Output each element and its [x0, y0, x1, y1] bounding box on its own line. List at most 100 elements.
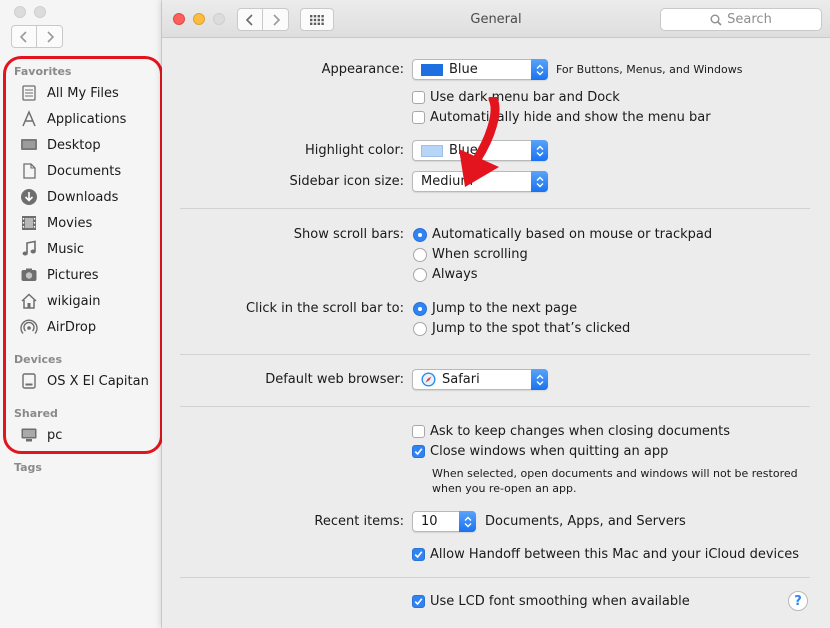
updown-arrows-icon: [531, 59, 548, 80]
sidebar-item-applications[interactable]: Applications: [18, 107, 126, 131]
prefs-titlebar: General Search: [162, 0, 830, 38]
safari-icon: [421, 372, 436, 387]
ask-keep-label: Ask to keep changes when closing documen…: [430, 424, 731, 439]
sidebar-item-pc[interactable]: pc: [18, 423, 62, 447]
sidebar-item-downloads[interactable]: Downloads: [18, 185, 118, 209]
scroll-bars-automatic-radio[interactable]: Automatically based on mouse or trackpad: [413, 227, 712, 242]
highlight-color-popup[interactable]: Blue: [412, 140, 548, 161]
downloads-icon: [18, 188, 40, 206]
note-line: when you re-open an app.: [432, 482, 577, 495]
search-field[interactable]: Search: [660, 8, 822, 31]
click-scroll-bar-label: Click in the scroll bar to:: [246, 301, 404, 316]
checkmark-icon: [414, 448, 423, 456]
sidebar-icon-size-value: Medium: [421, 174, 473, 189]
sidebar-item-pictures[interactable]: Pictures: [18, 263, 98, 287]
sidebar-item-all-my-files[interactable]: All My Files: [18, 81, 119, 105]
jump-to-spot-radio[interactable]: Jump to the spot that’s clicked: [413, 321, 630, 336]
lcd-smoothing-label: Use LCD font smoothing when available: [430, 594, 690, 609]
sidebar-item-movies[interactable]: Movies: [18, 211, 92, 235]
all-files-icon: [18, 84, 40, 102]
radio-dot: [413, 227, 427, 242]
handoff-checkbox[interactable]: Allow Handoff between this Mac and your …: [412, 547, 799, 562]
finder-window: Favorites All My Files Applications Desk…: [0, 0, 162, 628]
radio-label: When scrolling: [432, 247, 528, 262]
dark-menu-label: Use dark menu bar and Dock: [430, 90, 620, 105]
close-windows-note: When selected, open documents and window…: [432, 466, 798, 496]
appearance-swatch: [421, 63, 443, 76]
airdrop-icon: [18, 318, 40, 336]
finder-close-button[interactable]: [14, 6, 26, 18]
dark-menu-checkbox[interactable]: Use dark menu bar and Dock: [412, 90, 620, 105]
radio-dot: [413, 321, 427, 336]
appearance-popup[interactable]: Blue: [412, 59, 548, 80]
finder-forward-button[interactable]: [37, 25, 63, 48]
appearance-value: Blue: [449, 62, 478, 77]
separator: [180, 406, 810, 407]
radio-label: Jump to the next page: [432, 301, 578, 316]
sidebar-section-tags: Tags: [14, 461, 42, 474]
sidebar-item-documents[interactable]: Documents: [18, 159, 121, 183]
desktop-icon: [18, 136, 40, 154]
highlight-color-label: Highlight color:: [305, 143, 404, 158]
radio-dot: [413, 247, 427, 262]
show-scroll-bars-label: Show scroll bars:: [293, 227, 404, 242]
finder-titlebar: [0, 0, 161, 58]
lcd-smoothing-checkbox[interactable]: Use LCD font smoothing when available: [412, 594, 690, 609]
separator: [180, 577, 810, 578]
close-windows-checkbox[interactable]: Close windows when quitting an app: [412, 444, 668, 459]
scroll-bars-when-scrolling-radio[interactable]: When scrolling: [413, 247, 528, 262]
sidebar-item-home[interactable]: wikigain: [18, 289, 100, 313]
auto-hide-label: Automatically hide and show the menu bar: [430, 110, 711, 125]
separator: [180, 354, 810, 355]
sidebar-section-devices: Devices: [14, 353, 63, 366]
sidebar-icon-size-label: Sidebar icon size:: [289, 174, 404, 189]
sidebar-item-label: pc: [47, 427, 63, 443]
sidebar-item-label: OS X El Capitan: [47, 373, 149, 389]
default-browser-value: Safari: [442, 372, 480, 387]
radio-dot: [413, 301, 427, 316]
help-button[interactable]: ?: [788, 591, 808, 611]
default-browser-popup[interactable]: Safari: [412, 369, 548, 390]
chevron-left-icon: [20, 30, 27, 43]
sidebar-item-os-x-el-capitan[interactable]: OS X El Capitan: [18, 369, 149, 393]
pictures-icon: [18, 266, 40, 284]
sidebar-item-label: Desktop: [47, 137, 101, 153]
finder-nav-buttons: [11, 25, 63, 48]
close-windows-label: Close windows when quitting an app: [430, 444, 669, 459]
appearance-label: Appearance:: [321, 62, 404, 77]
sidebar-item-desktop[interactable]: Desktop: [18, 133, 101, 157]
recent-items-label: Recent items:: [314, 514, 404, 529]
highlight-swatch: [421, 144, 443, 157]
finder-minimize-button[interactable]: [34, 6, 46, 18]
checkmark-icon: [414, 551, 423, 559]
appearance-hint: For Buttons, Menus, and Windows: [556, 63, 743, 76]
search-icon: [710, 14, 722, 26]
jump-next-page-radio[interactable]: Jump to the next page: [413, 301, 577, 316]
radio-dot: [413, 267, 427, 282]
default-browser-label: Default web browser:: [265, 372, 404, 387]
checkbox-box: [412, 445, 425, 458]
updown-arrows-icon: [531, 369, 548, 390]
sidebar-section-shared: Shared: [14, 407, 58, 420]
sidebar-item-music[interactable]: Music: [18, 237, 84, 261]
sidebar-item-label: Music: [47, 241, 84, 257]
general-preferences-window: General Search Appearance: Blue For Butt…: [162, 0, 830, 628]
checkbox-box: [412, 425, 425, 438]
sidebar-item-label: wikigain: [47, 293, 101, 309]
sidebar-icon-size-popup[interactable]: Medium: [412, 171, 548, 192]
scroll-bars-always-radio[interactable]: Always: [413, 267, 478, 282]
updown-arrows-icon: [531, 140, 548, 161]
ask-keep-changes-checkbox[interactable]: Ask to keep changes when closing documen…: [412, 424, 730, 439]
checkbox-box: [412, 91, 425, 104]
recent-items-popup[interactable]: 10: [412, 511, 476, 532]
sidebar-item-airdrop[interactable]: AirDrop: [18, 315, 96, 339]
sidebar-section-favorites: Favorites: [14, 65, 72, 78]
sidebar-item-label: Movies: [47, 215, 93, 231]
applications-icon: [18, 110, 40, 128]
checkmark-icon: [414, 598, 423, 606]
disk-icon: [18, 372, 40, 390]
home-icon: [18, 292, 40, 310]
finder-back-button[interactable]: [11, 25, 37, 48]
auto-hide-menu-checkbox[interactable]: Automatically hide and show the menu bar: [412, 110, 711, 125]
search-placeholder: Search: [727, 12, 772, 27]
